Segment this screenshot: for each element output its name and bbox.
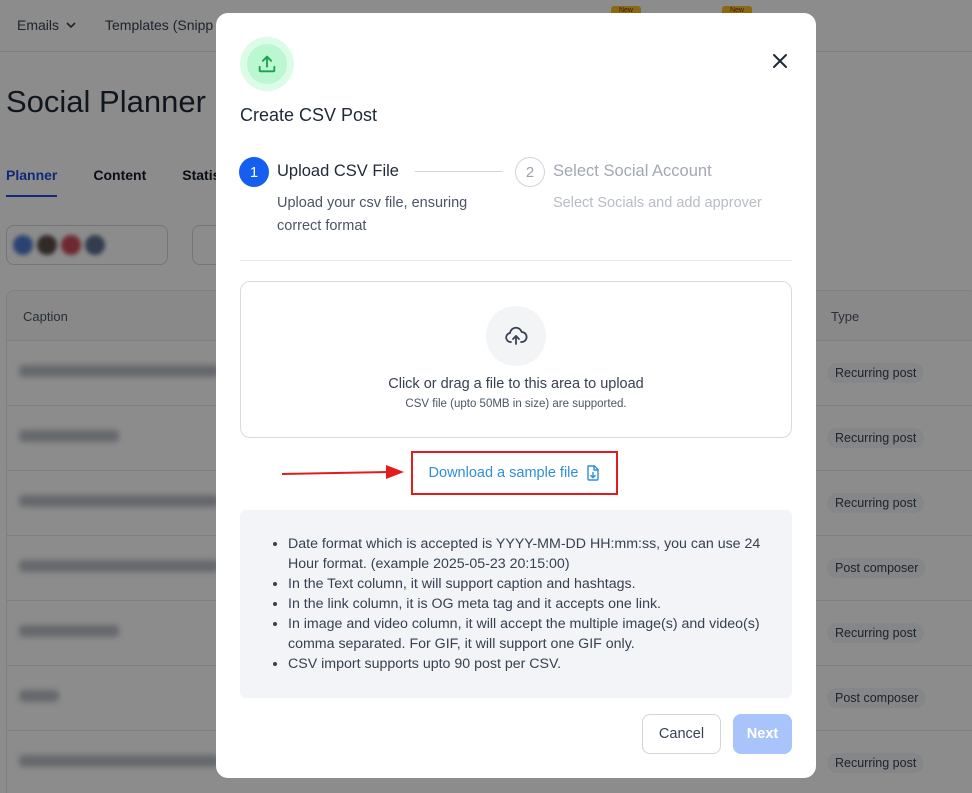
list-item: In the link column, it is OG meta tag an… (288, 594, 772, 614)
close-button[interactable] (770, 51, 790, 71)
list-item: CSV import supports upto 90 post per CSV… (288, 654, 772, 674)
dropzone-icon-badge (486, 306, 546, 366)
file-download-icon (587, 465, 600, 481)
divider (240, 260, 792, 261)
dropzone-hint: CSV file (upto 50MB in size) are support… (405, 398, 627, 410)
modal-title: Create CSV Post (240, 105, 378, 125)
step-2-description: Select Socials and add approver (553, 195, 762, 211)
format-info-panel: Date format which is accepted is YYYY-MM… (240, 510, 792, 698)
create-csv-post-modal: Create CSV Post 1 Upload CSV File 2 Sele… (216, 13, 816, 778)
cloud-upload-icon (505, 326, 528, 345)
step-2-title: Select Social Account (553, 162, 712, 180)
list-item: In the Text column, it will support capt… (288, 574, 772, 594)
cancel-button[interactable]: Cancel (642, 714, 721, 754)
header-icon-badge (240, 37, 294, 91)
step-1-description: Upload your csv file, ensuring correct f… (277, 195, 468, 234)
download-sample-label: Download a sample file (428, 465, 579, 481)
file-dropzone[interactable]: Click or drag a file to this area to upl… (240, 281, 792, 438)
step-1-indicator: 1 (239, 157, 269, 187)
list-item: Date format which is accepted is YYYY-MM… (288, 534, 772, 574)
download-sample-link[interactable]: Download a sample file (411, 451, 618, 495)
annotation-arrow (281, 465, 404, 479)
step-1-title: Upload CSV File (277, 162, 399, 180)
upload-icon (258, 55, 276, 73)
step-2-indicator: 2 (515, 157, 545, 187)
step-connector (415, 171, 503, 172)
dropzone-instructions: Click or drag a file to this area to upl… (388, 376, 644, 392)
format-info-list: Date format which is accepted is YYYY-MM… (264, 534, 772, 674)
list-item: In image and video column, it will accep… (288, 614, 772, 654)
next-button[interactable]: Next (733, 714, 792, 754)
close-icon (773, 54, 787, 68)
